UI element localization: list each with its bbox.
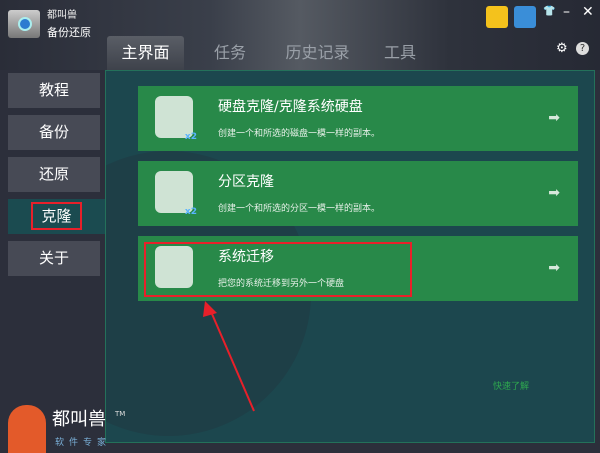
title-bar: 都叫兽 备份还原 主界面 任务 历史记录 工具 👕 – ✕ ⚙ ?: [0, 0, 600, 70]
card-title: 分区克隆: [218, 174, 274, 190]
sidebar-item-restore[interactable]: 还原: [8, 157, 100, 192]
sidebar-item-about[interactable]: 关于: [8, 241, 100, 276]
close-icon[interactable]: ✕: [582, 4, 594, 20]
footer-subtitle: 软件专家: [55, 438, 112, 448]
gear-icon[interactable]: ⚙: [556, 41, 568, 56]
arrow-right-icon: ➡: [548, 260, 560, 276]
clone-label: 克隆: [31, 202, 82, 230]
arrow-right-icon: ➡: [548, 185, 560, 201]
app-brand: 都叫兽: [47, 10, 77, 21]
x2-badge: x2: [184, 132, 197, 142]
trademark: TM: [115, 410, 126, 418]
partition-clone-card[interactable]: x2 分区克隆 创建一个和所选的分区一模一样的副本。 ➡: [138, 161, 578, 226]
tab-tasks[interactable]: 任务: [200, 36, 260, 70]
qq-icon[interactable]: [514, 6, 536, 28]
tab-history[interactable]: 历史记录: [275, 36, 360, 70]
sidebar-item-clone[interactable]: 克隆: [8, 199, 105, 234]
folder-icon: x2: [155, 171, 197, 217]
sidebar-item-backup[interactable]: 备份: [8, 115, 100, 150]
x2-badge: x2: [184, 207, 197, 217]
disk-clone-card[interactable]: x2 硬盘克隆/克隆系统硬盘 创建一个和所选的磁盘一模一样的副本。 ➡: [138, 86, 578, 151]
safe-logo-icon: [8, 10, 40, 38]
help-icon[interactable]: ?: [576, 42, 589, 55]
skin-icon[interactable]: 👕: [543, 6, 555, 17]
app-name: 备份还原: [47, 26, 91, 39]
card-title: 硬盘克隆/克隆系统硬盘: [218, 99, 363, 115]
quick-learn-link[interactable]: 快速了解: [493, 379, 529, 392]
weibo-icon[interactable]: [486, 6, 508, 28]
red-arrow: [203, 301, 255, 412]
card-desc: 创建一个和所选的分区一模一样的副本。: [218, 204, 381, 214]
sidebar-item-tutorial[interactable]: 教程: [8, 73, 100, 108]
tab-tools[interactable]: 工具: [370, 36, 430, 70]
main-panel: x2 硬盘克隆/克隆系统硬盘 创建一个和所选的磁盘一模一样的副本。 ➡ x2 分…: [105, 70, 595, 443]
footer-brand: 都叫兽: [52, 409, 106, 430]
minimize-icon[interactable]: –: [563, 4, 570, 20]
highlight-box: [144, 242, 412, 297]
tab-home[interactable]: 主界面: [107, 36, 184, 70]
mascot-logo: [8, 405, 46, 453]
card-desc: 创建一个和所选的磁盘一模一样的副本。: [218, 129, 381, 139]
hard-disk-icon: x2: [155, 96, 197, 142]
arrow-right-icon: ➡: [548, 110, 560, 126]
